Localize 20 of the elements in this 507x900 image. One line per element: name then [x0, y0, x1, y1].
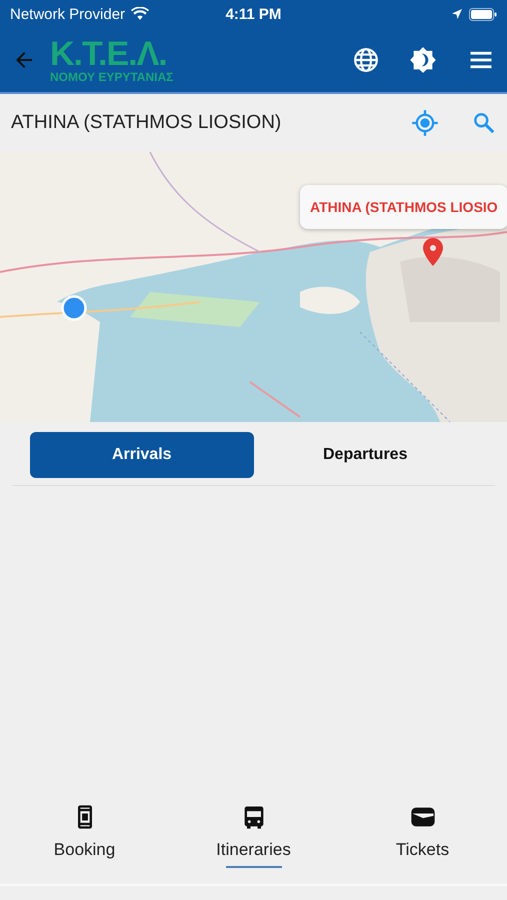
carrier-name: Network Provider — [10, 6, 126, 22]
tab[interactable]: Departures — [254, 432, 477, 478]
clock-time: 4:11 PM — [226, 6, 282, 22]
tab[interactable]: Arrivals — [30, 432, 254, 478]
globe-icon[interactable] — [353, 47, 379, 73]
station-name: ATHINA (STATHMOS LIOSION) — [11, 112, 282, 134]
nav-tab[interactable]: Itineraries — [169, 799, 338, 884]
map-pin-icon — [423, 238, 443, 266]
location-dot-icon — [61, 295, 87, 321]
logo-subtitle: ΝΟΜΟΥ ΕΥΡΥΤΑΝΙΑΣ — [50, 71, 174, 83]
battery-icon — [469, 8, 497, 20]
nav-tab[interactable]: Tickets — [338, 799, 507, 884]
search-icon[interactable] — [471, 110, 497, 136]
map-callout[interactable]: ATHINA (STATHMOS LIOSIO — [300, 185, 507, 229]
locate-icon[interactable] — [411, 109, 439, 137]
location-arrow-icon — [451, 8, 463, 20]
nav-tab[interactable]: Booking — [0, 799, 169, 884]
brightness-icon[interactable] — [409, 46, 437, 74]
logo-title: K.T.E.Λ. — [50, 37, 167, 71]
wifi-icon — [131, 7, 150, 21]
